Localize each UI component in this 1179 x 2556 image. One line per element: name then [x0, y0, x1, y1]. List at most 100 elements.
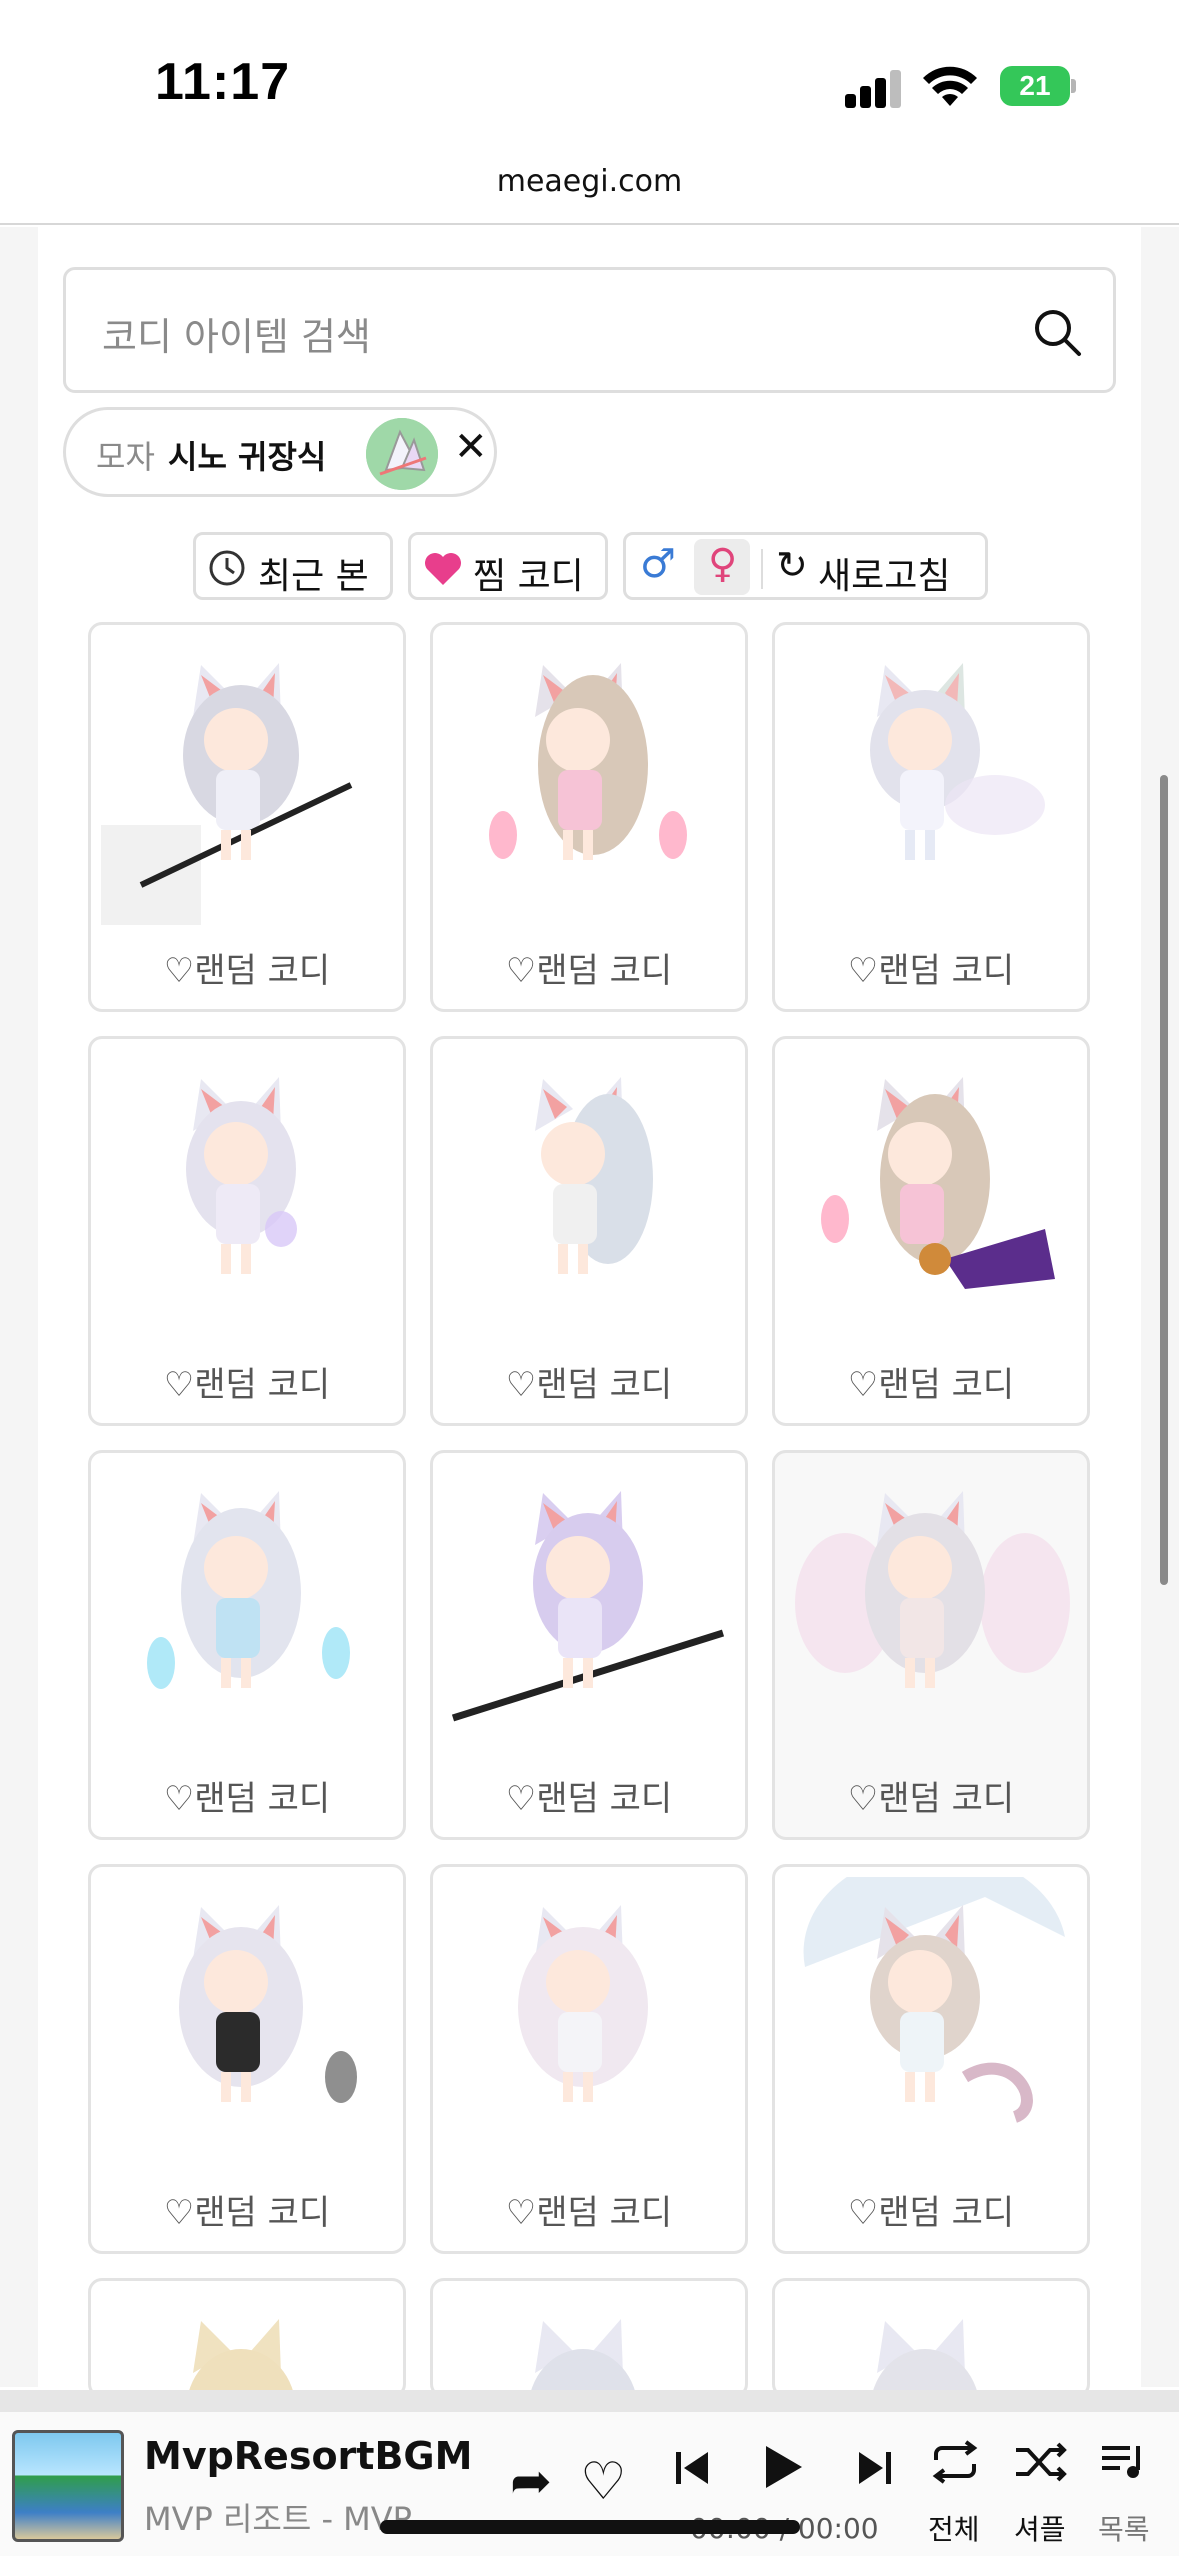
heart-outline-icon[interactable]: ♡ [164, 1365, 194, 1405]
heart-outline-icon[interactable]: ♡ [164, 2193, 194, 2233]
track-subtitle: MVP 리조트 - MVP [144, 2500, 412, 2538]
coordi-card[interactable]: ♡랜덤 코디 [430, 1036, 748, 1426]
coordi-card[interactable]: ♡랜덤 코디 [772, 1450, 1090, 1840]
coordi-card[interactable]: ♡랜덤 코디 [88, 622, 406, 1012]
coordi-card[interactable] [88, 2278, 406, 2398]
home-indicator[interactable] [380, 2520, 800, 2534]
clock: 11:17 [155, 53, 291, 111]
album-cover [12, 2430, 124, 2542]
heart-icon [425, 553, 461, 585]
character-image [489, 663, 687, 860]
search-icon[interactable] [1031, 306, 1083, 358]
random-coordi-label: ♡랜덤 코디 [163, 1779, 331, 1819]
heart-outline-icon[interactable]: ♡ [506, 1779, 536, 1819]
heart-outline-icon[interactable]: ♡ [848, 951, 878, 991]
coordi-card[interactable] [772, 2278, 1090, 2398]
main-content: 코디 아이템 검색 모자 시노 귀장식 ✕ 최근 본 찜 코디 ♂ ♀ ↻ 새로… [38, 227, 1141, 2398]
heart-outline-icon[interactable]: ♡ [848, 1365, 878, 1405]
shuffle-icon[interactable] [1014, 2440, 1068, 2484]
next-track-icon[interactable] [855, 2448, 895, 2488]
character-image [870, 663, 1045, 860]
search-placeholder: 코디 아이템 검색 [102, 315, 371, 359]
heart-outline-icon[interactable]: ♡ [580, 2452, 627, 2512]
random-coordi-label: ♡랜덤 코디 [847, 1779, 1015, 1819]
coordi-card[interactable]: ♡랜덤 코디 [430, 1864, 748, 2254]
random-coordi-label: ♡랜덤 코디 [505, 951, 673, 991]
character-image [795, 1491, 1070, 1688]
refresh-label[interactable]: 새로고침 [818, 547, 950, 599]
chip-category: 모자 [96, 438, 155, 476]
random-coordi-label: ♡랜덤 코디 [505, 1779, 673, 1819]
female-toggle[interactable]: ♀ [708, 541, 737, 587]
character-image [518, 1905, 648, 2102]
previous-track-icon[interactable] [672, 2448, 712, 2488]
character-image [179, 1905, 357, 2103]
page-background: 코디 아이템 검색 모자 시노 귀장식 ✕ 최근 본 찜 코디 ♂ ♀ ↻ 새로… [0, 227, 1179, 2398]
shuffle-label: 셔플 [1014, 2513, 1066, 2546]
repeat-icon[interactable] [928, 2440, 982, 2484]
random-coordi-label: ♡랜덤 코디 [505, 1365, 673, 1405]
character-image [187, 2319, 295, 2395]
heart-outline-icon[interactable]: ♡ [506, 1365, 536, 1405]
divider [761, 549, 763, 589]
coordi-card[interactable]: ♡랜덤 코디 [772, 1864, 1090, 2254]
cellular-signal-icon [845, 68, 903, 108]
item-thumbnail [366, 418, 438, 490]
character-image [147, 1491, 350, 1689]
random-coordi-label: ♡랜덤 코디 [163, 2193, 331, 2233]
coordi-card[interactable]: ♡랜덤 코디 [772, 622, 1090, 1012]
track-title: MvpResortBGM [144, 2434, 473, 2478]
close-icon[interactable]: ✕ [454, 424, 488, 470]
playlist-label: 목록 [1098, 2513, 1150, 2546]
heart-outline-icon[interactable]: ♡ [506, 2193, 536, 2233]
refresh-icon[interactable]: ↻ [776, 543, 808, 587]
selected-item-chip[interactable]: 모자 시노 귀장식 ✕ [63, 407, 497, 497]
recent-label: 최근 본 [258, 556, 369, 597]
random-coordi-label: ♡랜덤 코디 [163, 951, 331, 991]
wifi-icon [923, 66, 977, 106]
status-bar: 11:17 21 [0, 0, 1179, 150]
character-image [803, 1877, 1065, 2123]
play-icon[interactable] [760, 2444, 804, 2490]
url-text: meaegi.com [496, 164, 683, 199]
heart-outline-icon[interactable]: ♡ [164, 951, 194, 991]
filter-bar: 최근 본 찜 코디 ♂ ♀ ↻ 새로고침 [38, 532, 1141, 602]
scrollbar[interactable] [1160, 775, 1168, 1585]
gender-refresh-group: ♂ ♀ ↻ 새로고침 [623, 532, 988, 600]
random-coordi-label: ♡랜덤 코디 [847, 2193, 1015, 2233]
battery-icon: 21 [1000, 66, 1076, 106]
browser-url-bar[interactable]: meaegi.com [0, 150, 1179, 225]
character-image [101, 663, 353, 925]
coordi-card[interactable]: ♡랜덤 코디 [88, 1036, 406, 1426]
random-coordi-label: ♡랜덤 코디 [163, 1365, 331, 1405]
male-toggle[interactable]: ♂ [640, 541, 676, 587]
coordi-card[interactable] [430, 2278, 748, 2398]
wishlist-button[interactable]: 찜 코디 [408, 532, 608, 600]
random-coordi-label: ♡랜덤 코디 [847, 1365, 1015, 1405]
character-image [186, 1077, 297, 1274]
coordi-card[interactable]: ♡랜덤 코디 [430, 1450, 748, 1840]
coordi-card[interactable]: ♡랜덤 코디 [430, 622, 748, 1012]
character-image [535, 1077, 653, 1274]
character-image [871, 2319, 979, 2395]
heart-outline-icon[interactable]: ♡ [848, 2193, 878, 2233]
share-icon[interactable]: ➦ [510, 2452, 552, 2510]
heart-outline-icon[interactable]: ♡ [506, 951, 536, 991]
search-input[interactable]: 코디 아이템 검색 [63, 267, 1116, 393]
coordi-card[interactable]: ♡랜덤 코디 [88, 1864, 406, 2254]
playlist-icon[interactable] [1100, 2440, 1150, 2484]
recent-button[interactable]: 최근 본 [193, 532, 393, 600]
chip-item-name: 시노 귀장식 [168, 438, 327, 476]
heart-outline-icon[interactable]: ♡ [848, 1779, 878, 1819]
character-image [529, 2319, 637, 2395]
clock-icon [209, 550, 245, 586]
coordi-card[interactable]: ♡랜덤 코디 [88, 1450, 406, 1840]
wishlist-label: 찜 코디 [473, 556, 584, 597]
character-image [451, 1491, 725, 1722]
character-image [821, 1077, 1055, 1289]
heart-outline-icon[interactable]: ♡ [164, 1779, 194, 1819]
coordi-card[interactable]: ♡랜덤 코디 [772, 1036, 1090, 1426]
battery-level: 21 [1000, 66, 1070, 106]
repeat-label: 전체 [928, 2513, 980, 2546]
random-coordi-label: ♡랜덤 코디 [847, 951, 1015, 991]
